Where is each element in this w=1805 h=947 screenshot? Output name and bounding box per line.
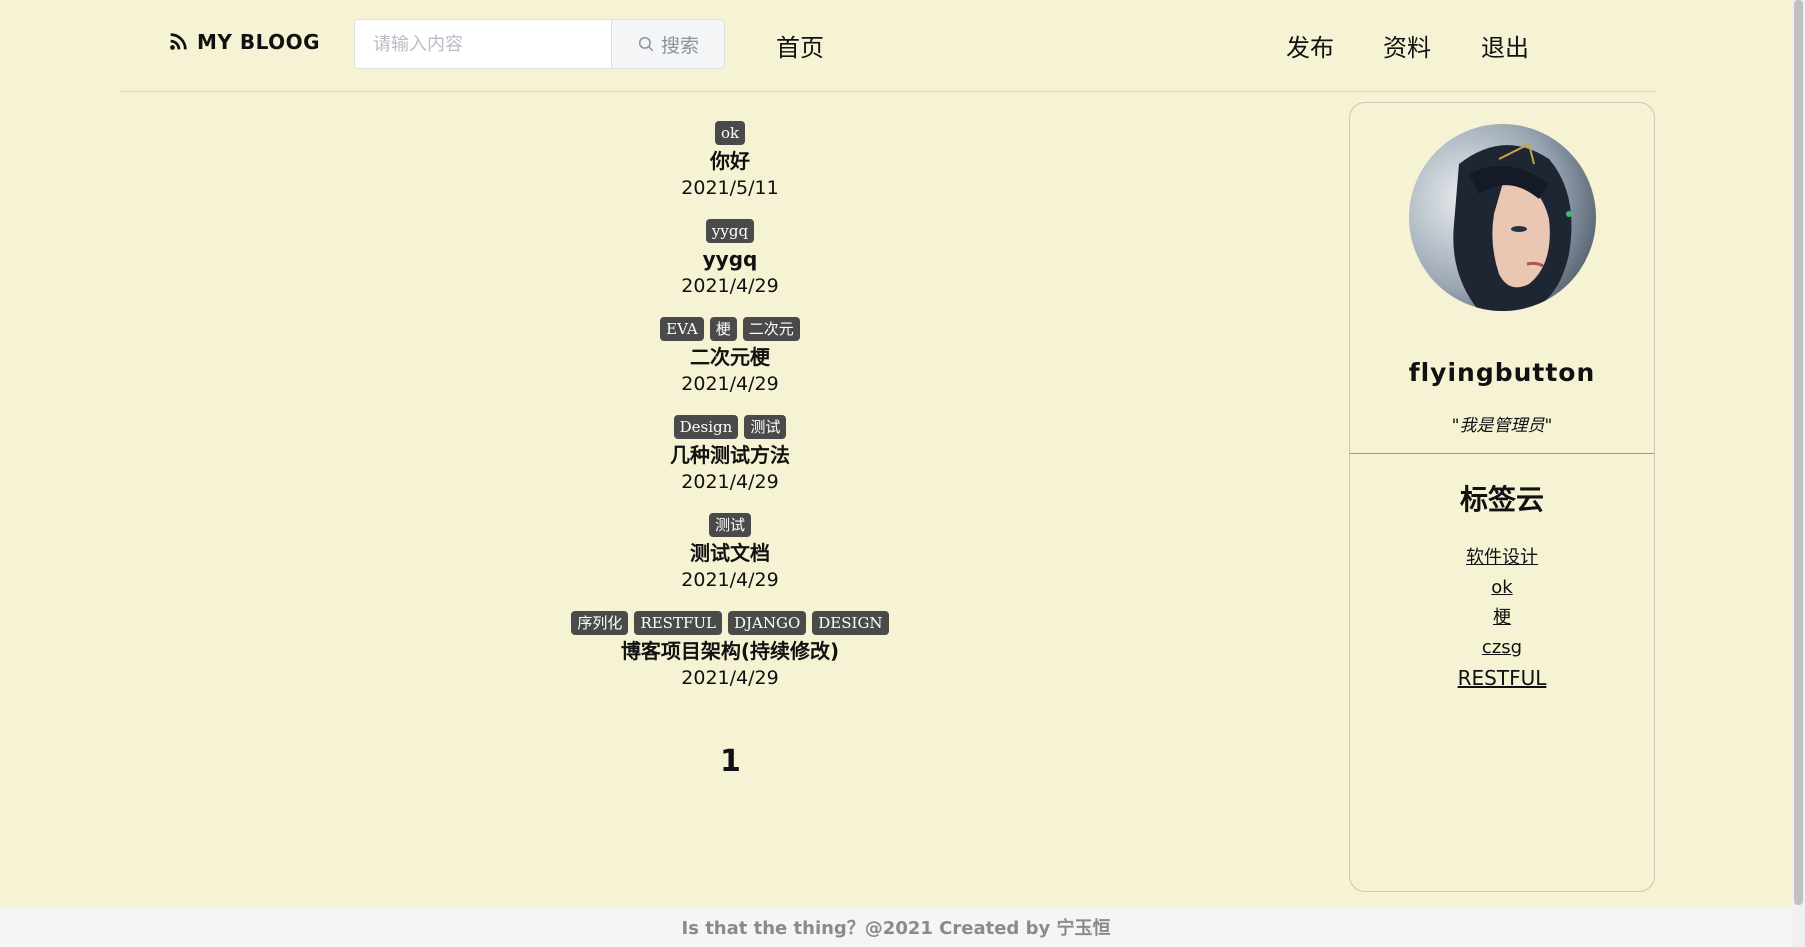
header: MY BLOOG 搜索 首页 发布 资料 退出 xyxy=(0,0,1805,92)
profile-motto: "我是管理员" xyxy=(1451,416,1553,436)
tagcloud-link[interactable]: RESTFUL xyxy=(1458,663,1547,693)
page-scrollbar[interactable] xyxy=(1792,0,1805,947)
post-tag[interactable]: EVA xyxy=(660,317,704,341)
tagcloud-link[interactable]: 软件设计 xyxy=(1466,543,1538,573)
search-input[interactable] xyxy=(355,20,611,68)
avatar xyxy=(1409,124,1596,311)
rss-icon xyxy=(170,33,187,50)
post-tag[interactable]: ok xyxy=(714,121,746,145)
post-title[interactable]: 几种测试方法 xyxy=(670,442,790,468)
profile-sidebar: flyingbutton "我是管理员" 标签云 软件设计 ok 梗 czsg REST… xyxy=(1349,102,1655,892)
nav-home-link[interactable]: 首页 xyxy=(776,28,824,63)
tagcloud-link[interactable]: ok xyxy=(1491,573,1512,603)
footer-text: Is that the thing？@2021 Created by 宁玉恒 xyxy=(681,918,1111,939)
scrollbar-thumb[interactable] xyxy=(1794,0,1803,905)
site-logo[interactable]: MY BLOOG xyxy=(167,30,320,54)
post-tag[interactable]: DESIGN xyxy=(812,611,889,635)
post-title[interactable]: 测试文档 xyxy=(690,540,770,566)
post-tags: 测试 xyxy=(708,512,751,538)
nav-profile-link[interactable]: 资料 xyxy=(1383,28,1431,63)
search-button[interactable]: 搜索 xyxy=(611,20,724,68)
post-tag[interactable]: yygq xyxy=(705,219,755,243)
tagcloud-link[interactable]: 梗 xyxy=(1493,603,1511,633)
post-tag[interactable]: Design xyxy=(673,415,739,439)
search-icon xyxy=(638,36,654,52)
post-item: 序列化 RESTFUL DJANGO DESIGN 博客项目架构(持续修改) 2021/4… xyxy=(480,610,980,692)
post-list: ok 你好 2021/5/11 yygq yygq 2021/4/29 EVA 梗二次元 二次元… xyxy=(480,120,980,708)
post-title[interactable]: 你好 xyxy=(710,148,750,174)
post-title[interactable]: yygq xyxy=(703,246,758,272)
tagcloud: 软件设计 ok 梗 czsg RESTFUL xyxy=(1350,543,1654,693)
post-date: 2021/4/29 xyxy=(681,373,779,395)
post-date: 2021/4/29 xyxy=(681,275,779,297)
tagcloud-title: 标签云 xyxy=(1459,483,1544,516)
post-item: EVA 梗二次元 二次元梗 2021/4/29 xyxy=(480,316,980,398)
post-tag[interactable]: 梗 xyxy=(709,317,737,341)
logo-text: MY BLOOG xyxy=(197,30,321,54)
post-date: 2021/4/29 xyxy=(681,667,779,689)
post-tags: Design 测试 xyxy=(673,414,787,440)
post-tag[interactable]: DJANGO xyxy=(727,611,807,635)
header-divider xyxy=(119,91,1656,92)
tagcloud-link[interactable]: czsg xyxy=(1482,633,1522,663)
post-item: 测试测试文档 2021/4/29 xyxy=(480,512,980,594)
pagination-current-page[interactable]: 1 xyxy=(720,744,741,779)
post-date: 2021/4/29 xyxy=(681,569,779,591)
post-tags: yygq xyxy=(705,218,755,244)
post-tags: ok xyxy=(714,120,746,146)
profile-username: flyingbutton xyxy=(1408,358,1596,387)
post-tag[interactable]: 测试 xyxy=(708,513,751,537)
search-button-label: 搜索 xyxy=(660,34,699,57)
sidebar-divider xyxy=(1350,453,1654,454)
post-tag[interactable]: RESTFUL xyxy=(634,611,722,635)
post-title[interactable]: 博客项目架构(持续修改) xyxy=(621,638,839,664)
post-date: 2021/5/11 xyxy=(681,177,779,199)
footer: Is that the thing？@2021 Created by 宁玉恒 xyxy=(0,907,1792,947)
nav-publish-link[interactable]: 发布 xyxy=(1286,28,1334,63)
post-tag[interactable]: 测试 xyxy=(744,415,787,439)
post-tag[interactable]: 序列化 xyxy=(571,611,629,635)
post-date: 2021/4/29 xyxy=(681,471,779,493)
post-item: Design 测试 几种测试方法 2021/4/29 xyxy=(480,414,980,496)
nav-logout-link[interactable]: 退出 xyxy=(1481,28,1529,63)
post-title[interactable]: 二次元梗 xyxy=(690,344,770,370)
search-box: 搜索 xyxy=(354,19,725,69)
post-tags: EVA 梗二次元 xyxy=(660,316,800,342)
post-tags: 序列化 RESTFUL DJANGO DESIGN xyxy=(571,610,889,636)
post-tag[interactable]: 二次元 xyxy=(742,317,800,341)
post-item: yygq yygq 2021/4/29 xyxy=(480,218,980,300)
post-item: ok 你好 2021/5/11 xyxy=(480,120,980,202)
